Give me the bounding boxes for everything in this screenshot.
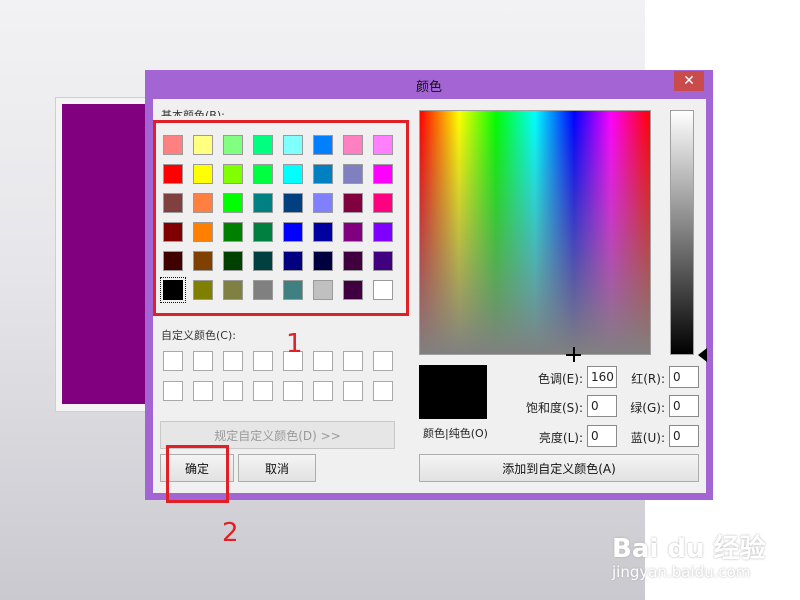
custom-color-swatch[interactable] xyxy=(163,351,183,371)
current-color-preview xyxy=(419,365,487,419)
close-icon: ✕ xyxy=(683,73,695,89)
watermark-brand: Bai du 经验 xyxy=(612,534,766,564)
titlebar[interactable]: 颜色 ✕ xyxy=(145,70,713,98)
custom-color-swatch[interactable] xyxy=(313,351,333,371)
custom-color-swatch[interactable] xyxy=(193,351,213,371)
shape-preview-swatch xyxy=(62,104,156,404)
cancel-button[interactable]: 取消 xyxy=(238,454,316,482)
luminance-label: 亮度(L): xyxy=(538,431,583,445)
custom-color-swatch[interactable] xyxy=(283,381,303,401)
crosshair-icon xyxy=(566,347,581,362)
annotation-box-basic-colors xyxy=(153,120,409,316)
green-label: 绿(G): xyxy=(630,401,665,415)
color-spectrum[interactable] xyxy=(419,110,651,362)
saturation-label: 饱和度(S): xyxy=(525,401,583,415)
green-input[interactable]: 0 xyxy=(669,395,699,417)
saturation-input[interactable]: 0 xyxy=(587,395,617,417)
custom-color-swatch[interactable] xyxy=(253,351,273,371)
custom-colors-label: 自定义颜色(C): xyxy=(161,329,236,342)
blue-label: 蓝(U): xyxy=(630,431,665,445)
custom-color-swatch[interactable] xyxy=(373,381,393,401)
annotation-number-2: 2 xyxy=(222,518,239,548)
luminosity-arrow-icon[interactable] xyxy=(698,348,707,362)
custom-color-swatch[interactable] xyxy=(253,381,273,401)
annotation-box-ok-button xyxy=(166,445,229,503)
custom-colors-grid xyxy=(163,351,393,401)
custom-color-swatch[interactable] xyxy=(373,351,393,371)
hue-input[interactable]: 160 xyxy=(587,366,617,388)
custom-color-swatch[interactable] xyxy=(343,351,363,371)
red-label: 红(R): xyxy=(631,372,665,386)
luminosity-bar[interactable] xyxy=(670,110,694,355)
dialog-title: 颜色 xyxy=(415,80,442,95)
custom-color-swatch[interactable] xyxy=(193,381,213,401)
add-to-custom-colors-button[interactable]: 添加到自定义颜色(A) xyxy=(419,454,699,482)
custom-color-swatch[interactable] xyxy=(313,381,333,401)
color-solid-label[interactable]: 颜色|纯色(O) xyxy=(423,425,488,441)
blue-input[interactable]: 0 xyxy=(669,425,699,447)
custom-color-swatch[interactable] xyxy=(223,351,243,371)
red-input[interactable]: 0 xyxy=(669,366,699,388)
custom-color-swatch[interactable] xyxy=(223,381,243,401)
annotation-number-1: 1 xyxy=(286,329,303,359)
watermark-url: jingyan.baidu.com xyxy=(612,563,751,581)
shape-preview-frame xyxy=(55,97,157,412)
basic-colors-label: 基本颜色(B): xyxy=(161,109,225,116)
luminance-input[interactable]: 0 xyxy=(587,425,617,447)
hue-label: 色调(E): xyxy=(538,372,583,386)
custom-color-swatch[interactable] xyxy=(163,381,183,401)
custom-color-swatch[interactable] xyxy=(343,381,363,401)
close-button[interactable]: ✕ xyxy=(674,71,704,91)
